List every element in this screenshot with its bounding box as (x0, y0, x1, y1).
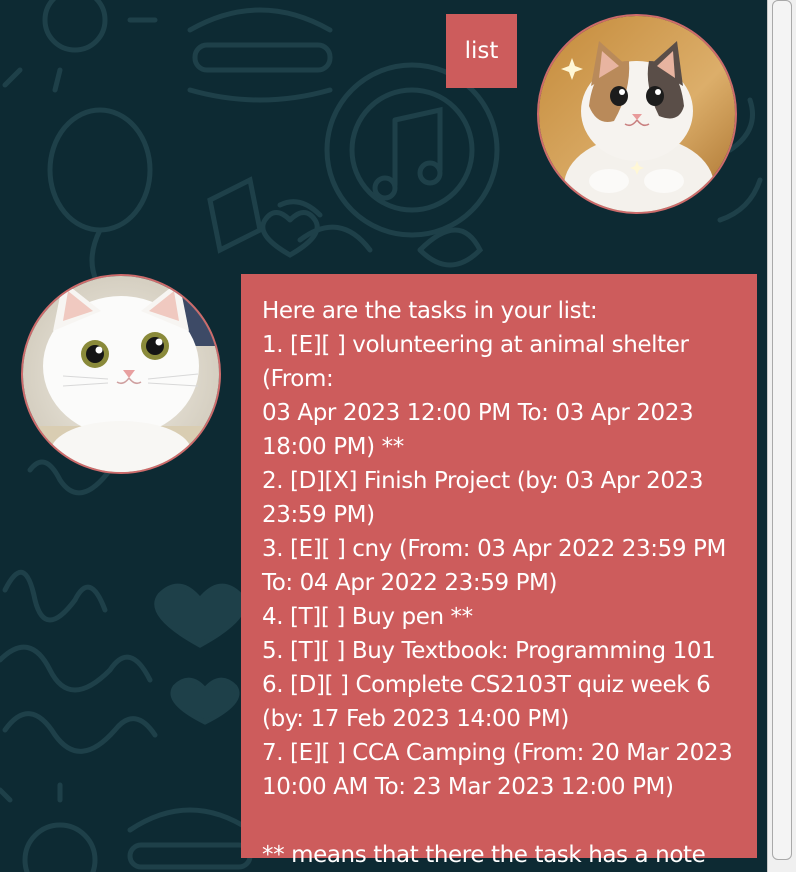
bot-message-blank-line (262, 804, 745, 838)
scrollbar-thumb[interactable] (772, 0, 792, 860)
bot-message-line: 23:59 PM) (262, 502, 375, 528)
bot-message-line: 7. [E][ ] CCA Camping (From: 20 Mar 2023 (262, 740, 733, 766)
white-cat-avatar (21, 274, 221, 474)
user-message-text: list (464, 38, 499, 64)
bot-message-line: To: 04 Apr 2022 23:59 PM) (262, 570, 558, 596)
bot-message-line: 18:00 PM) ** (262, 434, 404, 460)
vertical-scrollbar[interactable] (767, 0, 796, 872)
bot-message-line: 10:00 AM To: 23 Mar 2023 12:00 PM) (262, 774, 674, 800)
bot-message-line: 1. [E][ ] volunteering at animal shelter… (262, 332, 696, 392)
bot-message-line: 6. [D][ ] Complete CS2103T quiz week 6 (262, 672, 711, 698)
bot-message-line: 3. [E][ ] cny (From: 03 Apr 2022 23:59 P… (262, 536, 726, 562)
bot-message-bubble: Here are the tasks in your list: 1. [E][ … (241, 274, 757, 868)
bot-message-line: 4. [T][ ] Buy pen ** (262, 604, 473, 630)
bot-message-line: 5. [T][ ] Buy Textbook: Programming 101 (262, 638, 716, 664)
user-message-bubble: list (446, 14, 517, 88)
bot-message-line: ** means that there the task has a note (262, 842, 706, 868)
calico-cat-avatar (537, 14, 737, 214)
chat-scroll-area[interactable]: list Here are the tasks in your list: 1.… (0, 0, 767, 872)
bot-message-line: 2. [D][X] Finish Project (by: 03 Apr 202… (262, 468, 704, 494)
bot-message-line: 03 Apr 2023 12:00 PM To: 03 Apr 2023 (262, 400, 694, 426)
bot-message-line: (by: 17 Feb 2023 14:00 PM) (262, 706, 569, 732)
bot-message-line: Here are the tasks in your list: (262, 298, 598, 324)
chat-window: list Here are the tasks in your list: 1.… (0, 0, 796, 872)
